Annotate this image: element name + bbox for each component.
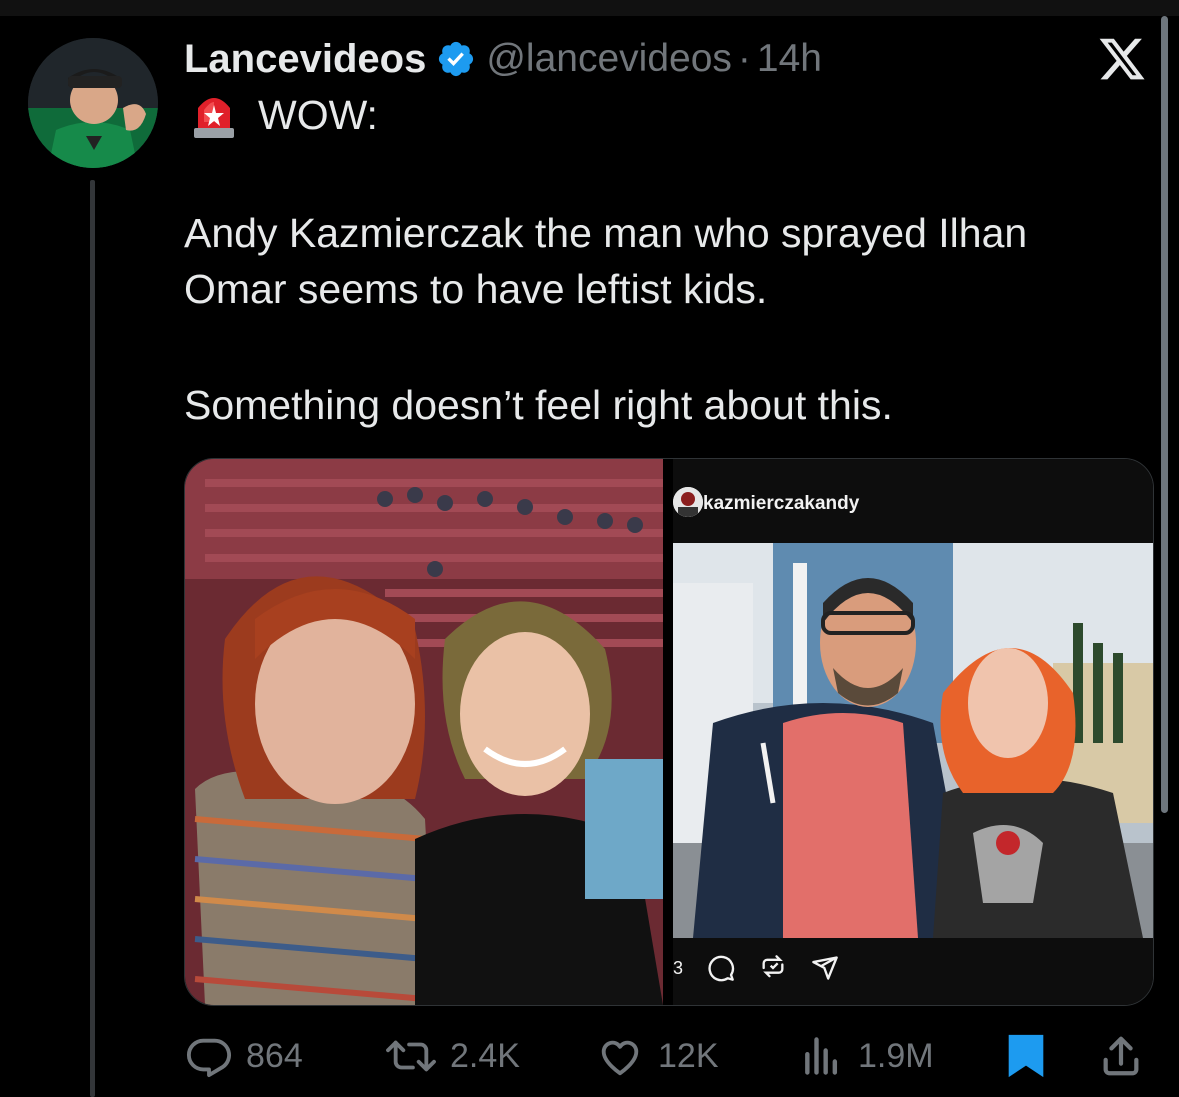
repost-icon [386,1040,436,1072]
heart-icon [601,1040,639,1076]
reply-button[interactable]: 864 [186,1030,303,1082]
thread-line [90,180,95,1097]
scrollbar[interactable] [1161,16,1168,813]
post-text-line-3: Something doesn’t feel right about this. [184,382,893,428]
verified-badge-icon [436,39,476,79]
post-text-line-2: Omar seems to have leftist kids. [184,266,768,312]
avatar-image [28,38,158,168]
media-divider [663,459,673,1005]
ig-share-icon[interactable] [811,954,839,982]
ig-comment-icon[interactable] [707,954,735,982]
top-status-strip [0,0,1179,16]
share-icon [1103,1036,1139,1076]
right-photo-instagram[interactable]: kazmierczakandy 3 [673,459,1153,1005]
ig-username[interactable]: kazmierczakandy [703,493,859,515]
reply-count: 864 [246,1036,303,1075]
ig-comment-count[interactable]: 3 [673,958,683,979]
like-button[interactable]: 12K [596,1030,719,1082]
reply-icon [187,1038,231,1078]
post-media[interactable]: kazmierczakandy 3 [184,458,1154,1006]
separator-dot: · [737,37,751,80]
police-car-light-icon [190,88,238,140]
author-name[interactable]: Lancevideos [184,37,426,82]
views-count: 1.9M [858,1036,934,1075]
post-text-wow: WOW: [258,92,378,138]
ig-photo [673,543,1153,938]
repost-count: 2.4K [450,1036,520,1075]
bookmark-button[interactable] [1004,1030,1062,1082]
views-button[interactable]: 1.9M [800,1030,934,1082]
ig-actions: 3 [673,953,839,983]
bookmark-icon [1008,1034,1044,1078]
ig-repost-icon[interactable] [759,954,787,982]
x-logo-icon[interactable] [1096,34,1148,84]
views-chart-icon [805,1037,838,1075]
repost-button[interactable]: 2.4K [386,1030,520,1082]
post-actions: 864 2.4K 12K 1.9M [186,1030,1148,1082]
post-timestamp[interactable]: 14h [757,37,822,81]
ig-avatar[interactable] [673,487,703,517]
author-handle[interactable]: @lancevideos [486,37,732,81]
author-avatar[interactable] [28,38,158,168]
left-photo[interactable] [185,459,665,1005]
share-button[interactable] [1098,1030,1158,1082]
post-text-line-1: Andy Kazmierczak the man who sprayed Ilh… [184,210,1028,256]
like-count: 12K [658,1036,719,1075]
post-header: Lancevideos @lancevideos · 14h [184,34,822,84]
